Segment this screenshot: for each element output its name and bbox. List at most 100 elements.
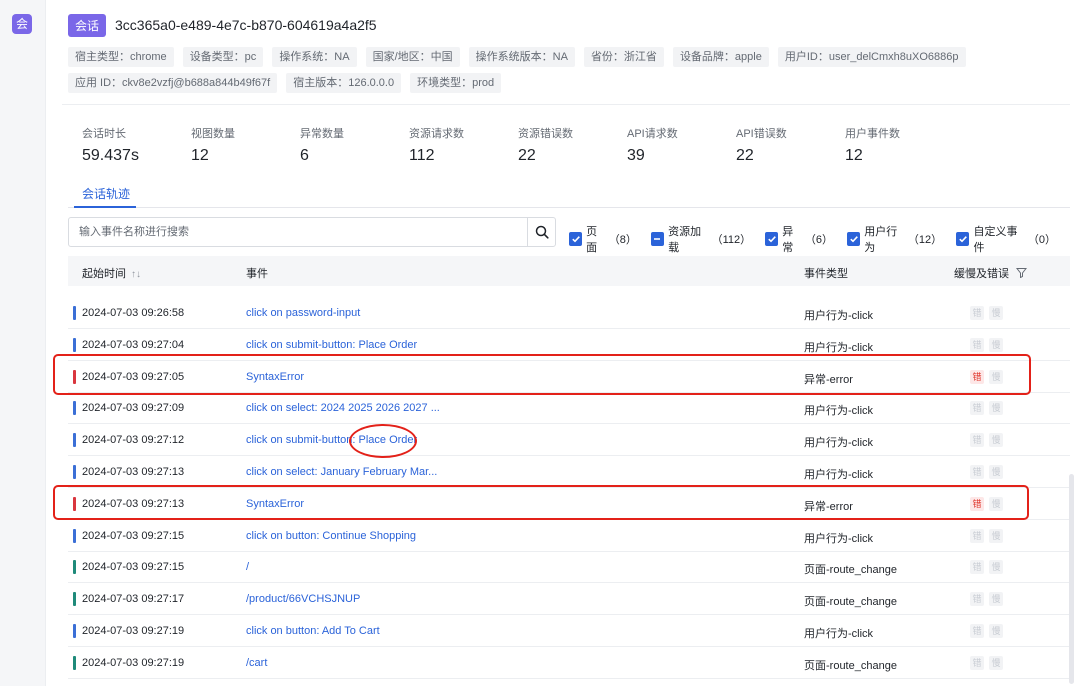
attribute-tag: 应用 ID：ckv8e2vzfj@b688a844b49f67f (68, 73, 278, 93)
attribute-tag: 环境类型：prod (410, 73, 502, 93)
filter-checkbox[interactable]: 页面 （8） (569, 223, 637, 255)
tab-session-trace[interactable]: 会话轨迹 (82, 185, 130, 202)
event-time: 2024-07-03 09:27:15 (82, 529, 185, 542)
table-row[interactable]: 2024-07-03 09:27:19 click on button: Add … (68, 615, 1070, 647)
table-row[interactable]: 2024-07-03 09:27:09 click on select: 2024… (68, 392, 1070, 425)
event-time: 2024-07-03 09:27:12 (82, 434, 185, 447)
event-type-filters: 页面 （8） 资源加载 （112） 异常 （6） 用户行为 （12） 自定义事件 （0） (569, 223, 1070, 255)
filter-label: 页面 (586, 226, 598, 254)
table-row[interactable]: 2024-07-03 09:26:58 click on password-inp… (68, 297, 1070, 329)
stat-label: API错误数 (736, 128, 787, 140)
scrollbar[interactable] (1069, 474, 1074, 684)
error-flag-badge: 错 (970, 560, 984, 575)
event-kind-indicator (73, 592, 76, 607)
stat-label: 异常数量 (300, 128, 344, 140)
event-time: 2024-07-03 09:27:17 (82, 593, 185, 606)
event-kind-indicator (73, 655, 76, 670)
event-name-link[interactable]: click on submit-button: Place Order (246, 339, 417, 351)
filter-icon[interactable] (1016, 267, 1028, 279)
attribute-tag: 宿主类型：chrome (68, 47, 174, 67)
attribute-tag: 省份：浙江省 (583, 47, 664, 67)
event-time: 2024-07-03 09:27:15 (82, 561, 185, 574)
error-flag-badge: 错 (970, 433, 984, 448)
column-header-flags: 缓慢及错误 (954, 265, 1028, 281)
session-attribute-tags: 宿主类型：chrome 设备类型：pc 操作系统：NA 国家/地区：中国 操作系统版本：… (68, 47, 968, 93)
filter-checkbox[interactable]: 用户行为 （12） (847, 223, 942, 255)
attribute-tag: 用户ID：user_delCmxh8uXO6886p (777, 47, 966, 67)
checked-checkbox-icon[interactable] (765, 232, 779, 246)
event-name-link[interactable]: click on select: January February Mar... (246, 466, 437, 478)
attribute-tag: 国家/地区：中国 (365, 47, 460, 67)
column-header-time[interactable]: 起始时间 ↑↓ (82, 265, 141, 281)
table-row[interactable]: 2024-07-03 09:27:15 click on button: Cont… (68, 520, 1070, 552)
filter-checkbox[interactable]: 自定义事件 （0） (956, 223, 1056, 255)
event-search-input[interactable] (69, 218, 527, 246)
filter-checkbox[interactable]: 资源加载 （112） (650, 223, 751, 255)
slow-flag-badge: 慢 (989, 624, 1003, 638)
table-row[interactable]: 2024-07-03 09:27:17/product/66VCHSJNUP 页面… (68, 583, 1070, 616)
attribute-tag: 操作系统版本：NA (468, 47, 575, 67)
search-button[interactable] (527, 218, 555, 246)
event-time: 2024-07-03 09:27:19 (82, 656, 185, 669)
table-row[interactable]: 2024-07-03 09:27:12 click on submit-butto… (68, 424, 1070, 457)
stat-value: 112 (409, 147, 435, 164)
tab-bar: 会话轨迹 (68, 180, 1070, 208)
stat-label: API请求数 (627, 128, 678, 140)
indeterminate-checkbox-icon[interactable] (650, 232, 665, 246)
error-flag-badge: 错 (970, 401, 984, 416)
tab-active-indicator (74, 206, 136, 208)
error-flag-badge: 错 (970, 655, 984, 670)
checked-checkbox-icon[interactable] (956, 232, 970, 246)
stat-item: API错误数 22 (736, 125, 845, 165)
stat-value: 12 (191, 147, 209, 164)
event-name-link[interactable]: click on select: 2024 2025 2026 2027 ... (246, 402, 440, 414)
checked-checkbox-icon[interactable] (847, 232, 861, 246)
filter-label: 资源加载 (668, 226, 702, 254)
stat-value: 6 (300, 147, 309, 164)
table-row[interactable]: 2024-07-03 09:27:15 / 页面-route_change 错慢 (68, 551, 1070, 584)
event-type: 用户行为-click (804, 532, 874, 545)
sort-icon[interactable]: ↑↓ (131, 269, 141, 280)
stat-item: 异常数量 6 (300, 125, 409, 165)
event-kind-indicator (73, 433, 76, 448)
event-name-link[interactable]: click on button: Continue Shopping (246, 530, 416, 542)
search-icon (535, 225, 549, 239)
event-time: 2024-07-03 09:27:09 (82, 402, 185, 415)
stat-value: 59.437s (82, 147, 139, 164)
slow-flag-badge: 慢 (989, 306, 1003, 320)
table-row[interactable]: 2024-07-03 09:27:19/cart 页面-route_change 错… (68, 647, 1070, 679)
event-name-link[interactable]: click on password-input (246, 307, 360, 319)
stat-label: 资源错误数 (518, 128, 573, 140)
stat-item: 视图数量 12 (191, 125, 300, 165)
event-name-link[interactable]: /product/66VCHSJNUP (246, 593, 360, 605)
slow-flag-badge: 慢 (989, 401, 1003, 416)
event-kind-indicator (73, 560, 76, 575)
filter-checkbox[interactable]: 异常 （6） (765, 223, 833, 255)
slow-flag-badge: 慢 (989, 465, 1003, 479)
event-kind-indicator (73, 624, 76, 638)
checked-checkbox-icon[interactable] (569, 232, 583, 246)
event-name-link[interactable]: / (246, 561, 249, 573)
slow-flag-badge: 慢 (989, 433, 1003, 448)
attribute-tag: 操作系统：NA (272, 47, 357, 67)
session-nav-icon[interactable]: 会 (12, 14, 32, 34)
event-time: 2024-07-03 09:27:19 (82, 625, 185, 637)
stat-value: 22 (736, 147, 754, 164)
filter-label: 异常 (782, 226, 794, 254)
error-flag-badge: 错 (970, 624, 984, 638)
session-id: 3cc365a0-e489-4e7c-b870-604619a4a2f5 (115, 17, 377, 33)
event-kind-indicator (73, 306, 76, 320)
error-flag-badge: 错 (970, 592, 984, 607)
stat-value: 12 (845, 147, 863, 164)
annotation-error-highlight (53, 354, 1031, 395)
slow-flag-badge: 慢 (989, 560, 1003, 575)
session-header: 会话 3cc365a0-e489-4e7c-b870-604619a4a2f5 (68, 13, 377, 37)
event-type: 页面-route_change (804, 659, 897, 672)
event-name-link[interactable]: click on button: Add To Cart (246, 625, 380, 637)
table-row[interactable]: 2024-07-03 09:27:13 click on select: Janu… (68, 456, 1070, 488)
stat-item: 用户事件数 12 (845, 125, 954, 165)
error-flag-badge: 错 (970, 306, 984, 320)
event-name-link[interactable]: /cart (246, 657, 267, 669)
stat-item: 资源错误数 22 (518, 125, 627, 165)
event-kind-indicator (73, 465, 76, 479)
